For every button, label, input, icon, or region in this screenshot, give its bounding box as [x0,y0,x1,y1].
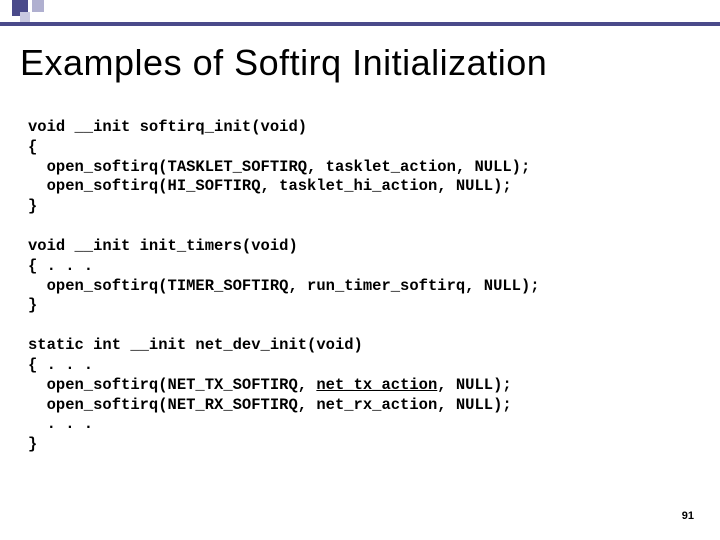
code-line: static int __init net_dev_init(void) [28,336,363,354]
code-line: open_softirq(NET_RX_SOFTIRQ, net_rx_acti… [28,396,512,414]
decor-square-med [32,0,44,12]
code-line: } [28,435,37,453]
code-line: . . . [28,415,93,433]
code-line: { . . . [28,356,93,374]
code-line: open_softirq(HI_SOFTIRQ, tasklet_hi_acti… [28,177,512,195]
code-line: } [28,197,37,215]
code-line: { [28,138,37,156]
code-line: void __init init_timers(void) [28,237,298,255]
code-line-part: open_softirq(NET_TX_SOFTIRQ, [28,376,316,394]
code-underlined: net_tx_action [316,376,437,394]
code-line: { . . . [28,257,93,275]
code-line: open_softirq(TIMER_SOFTIRQ, run_timer_so… [28,277,540,295]
decor-square-light [20,12,30,22]
header-rule [0,22,720,26]
slide-title: Examples of Softirq Initialization [20,42,547,84]
code-line: void __init softirq_init(void) [28,118,307,136]
page-number: 91 [682,510,694,522]
code-line: } [28,296,37,314]
code-line: open_softirq(TASKLET_SOFTIRQ, tasklet_ac… [28,158,530,176]
code-block: void __init softirq_init(void) { open_so… [28,118,540,455]
code-line-part: , NULL); [437,376,511,394]
